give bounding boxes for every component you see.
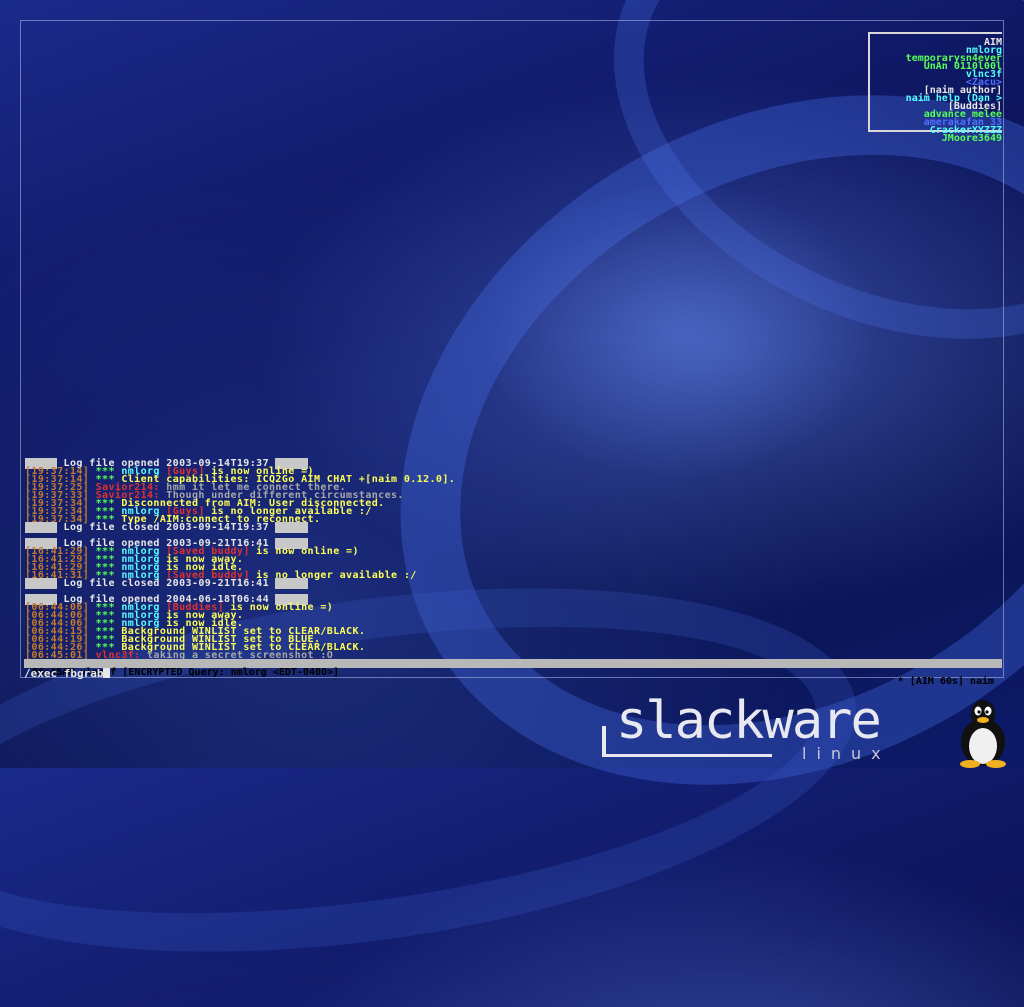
log-segment: ----- bbox=[25, 578, 58, 589]
buddy-list-item[interactable]: JMoore3649 bbox=[942, 134, 1002, 145]
log-segment: is now online =) bbox=[249, 546, 359, 557]
logo-wordmark: slackware bbox=[616, 691, 882, 751]
log-segment: Log file closed 2003-09-21T16:41 bbox=[57, 578, 276, 589]
log-segment: ----- bbox=[275, 578, 308, 589]
logo-subtext: linux bbox=[802, 744, 891, 763]
cursor bbox=[103, 668, 111, 678]
desktop: { "buddy_list": [ {"text": "AIM", "color… bbox=[0, 0, 1024, 1007]
buddy-list-panel[interactable]: AIM nmlorg temporarysn4ever UnAn 0110l00l vl… bbox=[868, 32, 1002, 144]
log-segment: ----- bbox=[25, 522, 58, 533]
log-segment: Log file closed 2003-09-14T19:37 bbox=[57, 522, 276, 533]
command-input[interactable]: /exec fbgrab bbox=[24, 667, 111, 680]
tux-penguin-icon bbox=[960, 700, 1006, 768]
log-line: ----- Log file closed 2003-09-14T19:37 -… bbox=[25, 522, 308, 534]
status-bar-right: * [AIM 60s] naim bbox=[897, 676, 994, 687]
log-segment: ----- bbox=[275, 522, 308, 533]
status-bar: 06:45AM vlnc3f [ENCRYPTED Query: nmlorg … bbox=[24, 659, 1002, 687]
command-text: /exec fbgrab bbox=[24, 667, 104, 680]
log-line: ----- Log file closed 2003-09-21T16:41 -… bbox=[25, 578, 308, 590]
